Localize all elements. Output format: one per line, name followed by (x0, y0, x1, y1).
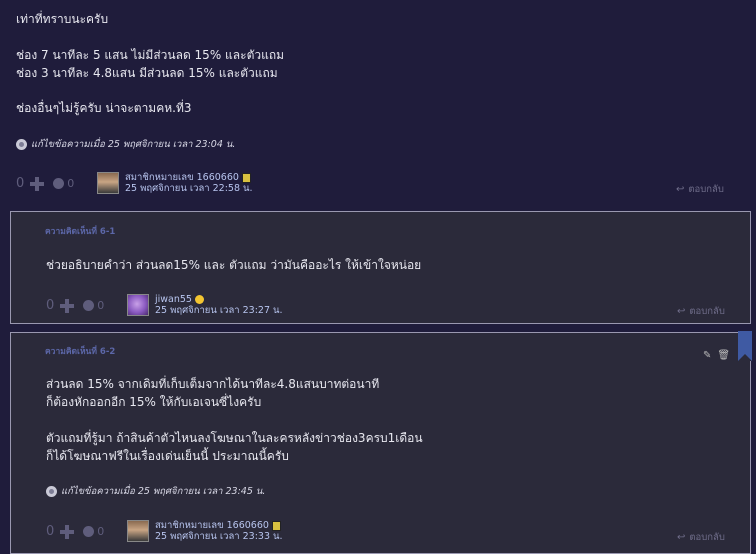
edit-history-icon (46, 486, 57, 497)
post-line: เท่าที่ทราบนะครับ (16, 12, 109, 26)
edited-note: แก้ไขข้อความเมื่อ 25 พฤศจิกายน เวลา 23:4… (46, 484, 265, 499)
emotion-icon[interactable] (53, 178, 65, 189)
reply-button[interactable]: ↩ ตอบกลับ (676, 182, 724, 197)
comment-card: ความคิดเห็นที่ 6-2 ✎ 🗑 ส่วนลด 15% จากเดิ… (10, 331, 752, 554)
author-name[interactable]: สมาชิกหมายเลข 1660660 (125, 172, 239, 183)
member-badge-icon (271, 520, 281, 531)
emotion-icon[interactable] (83, 300, 95, 311)
member-badge-icon (241, 172, 251, 183)
post-line: ช่อง 7 นาทีละ 5 แสน ไม่มีส่วนลด 15% และต… (16, 48, 285, 62)
vote-count: 0 (46, 298, 55, 313)
smiley-icon (194, 295, 204, 304)
emotion-icon[interactable] (83, 526, 95, 537)
author-name[interactable]: สมาชิกหมายเลข 1660660 (155, 520, 269, 531)
reply-label: ตอบกลับ (689, 306, 725, 317)
edit-icon[interactable]: ✎ (703, 350, 711, 361)
comment-line: ก็ต้องหักออกอีก 15% ให้กับเอเจนซี่ไงครับ (46, 395, 262, 409)
vote-count: 0 (16, 176, 25, 191)
post-line: ช่อง 3 นาทีละ 4.8แสน มีส่วนลด 15% และตัว… (16, 66, 278, 80)
emotion-count: 0 (97, 299, 105, 312)
comment-author: jiwan55 25 พฤศจิกายน เวลา 23:27 น. (127, 294, 283, 316)
emotion-count: 0 (97, 525, 105, 538)
comment-actions: 0 0 (46, 298, 104, 313)
post-date: 25 พฤศจิกายน เวลา 22:58 น. (125, 183, 253, 194)
comment-actions: 0 0 (46, 524, 104, 539)
comment-date: 25 พฤศจิกายน เวลา 23:27 น. (155, 305, 283, 316)
author-name[interactable]: jiwan55 (155, 294, 192, 305)
reply-label: ตอบกลับ (689, 532, 725, 543)
comment-label: ความคิดเห็นที่ 6-2 (45, 347, 116, 357)
avatar[interactable] (127, 294, 149, 316)
comment-author: สมาชิกหมายเลข 1660660 25 พฤศจิกายน เวลา … (127, 520, 283, 542)
reply-icon: ↩ (676, 184, 685, 195)
edited-note: แก้ไขข้อความเมื่อ 25 พฤศจิกายน เวลา 23:0… (16, 137, 235, 152)
edit-history-icon (16, 139, 27, 150)
reply-icon: ↩ (677, 306, 686, 317)
reply-button[interactable]: ↩ ตอบกลับ (677, 530, 725, 545)
comment-tools: ✎ 🗑 (703, 350, 730, 361)
reply-icon: ↩ (677, 532, 686, 543)
post-line: ช่องอื่นๆไม่รู้ครับ น่าจะตามคห.ที่3 (16, 101, 192, 115)
comment-line: ส่วนลด 15% จากเดิมที่เก็บเต็มจากได้นาทีล… (46, 377, 380, 391)
vote-plus-icon[interactable] (60, 298, 75, 313)
vote-plus-icon[interactable] (60, 524, 75, 539)
post-actions: 0 0 (16, 176, 74, 191)
avatar[interactable] (127, 520, 149, 542)
bookmark-icon[interactable] (738, 331, 752, 361)
comment-label: ความคิดเห็นที่ 6-1 (45, 227, 116, 237)
edited-text: แก้ไขข้อความเมื่อ 25 พฤศจิกายน เวลา 23:4… (61, 486, 266, 497)
delete-icon[interactable]: 🗑 (717, 350, 730, 361)
reply-label: ตอบกลับ (688, 184, 724, 195)
comment-line: ก็ได้โฆษณาฟรีในเรื่องเด่นเย็นนี้ ประมาณน… (46, 449, 289, 463)
post-author: สมาชิกหมายเลข 1660660 25 พฤศจิกายน เวลา … (97, 172, 253, 194)
reply-button[interactable]: ↩ ตอบกลับ (677, 304, 725, 319)
vote-count: 0 (46, 524, 55, 539)
emotion-count: 0 (67, 177, 75, 190)
comment-line: ตัวแถมที่รู้มา ถ้าสินค้าตัวไหนลงโฆษณาในล… (46, 431, 423, 445)
vote-plus-icon[interactable] (30, 176, 45, 191)
comment-text: ช่วยอธิบายคำว่า ส่วนลด15% และ ตัวแถม ว่า… (46, 258, 422, 272)
edited-text: แก้ไขข้อความเมื่อ 25 พฤศจิกายน เวลา 23:0… (31, 139, 236, 150)
comment-card: ความคิดเห็นที่ 6-1 ช่วยอธิบายคำว่า ส่วนล… (10, 211, 751, 324)
comment-date: 25 พฤศจิกายน เวลา 23:33 น. (155, 531, 283, 542)
avatar[interactable] (97, 172, 119, 194)
